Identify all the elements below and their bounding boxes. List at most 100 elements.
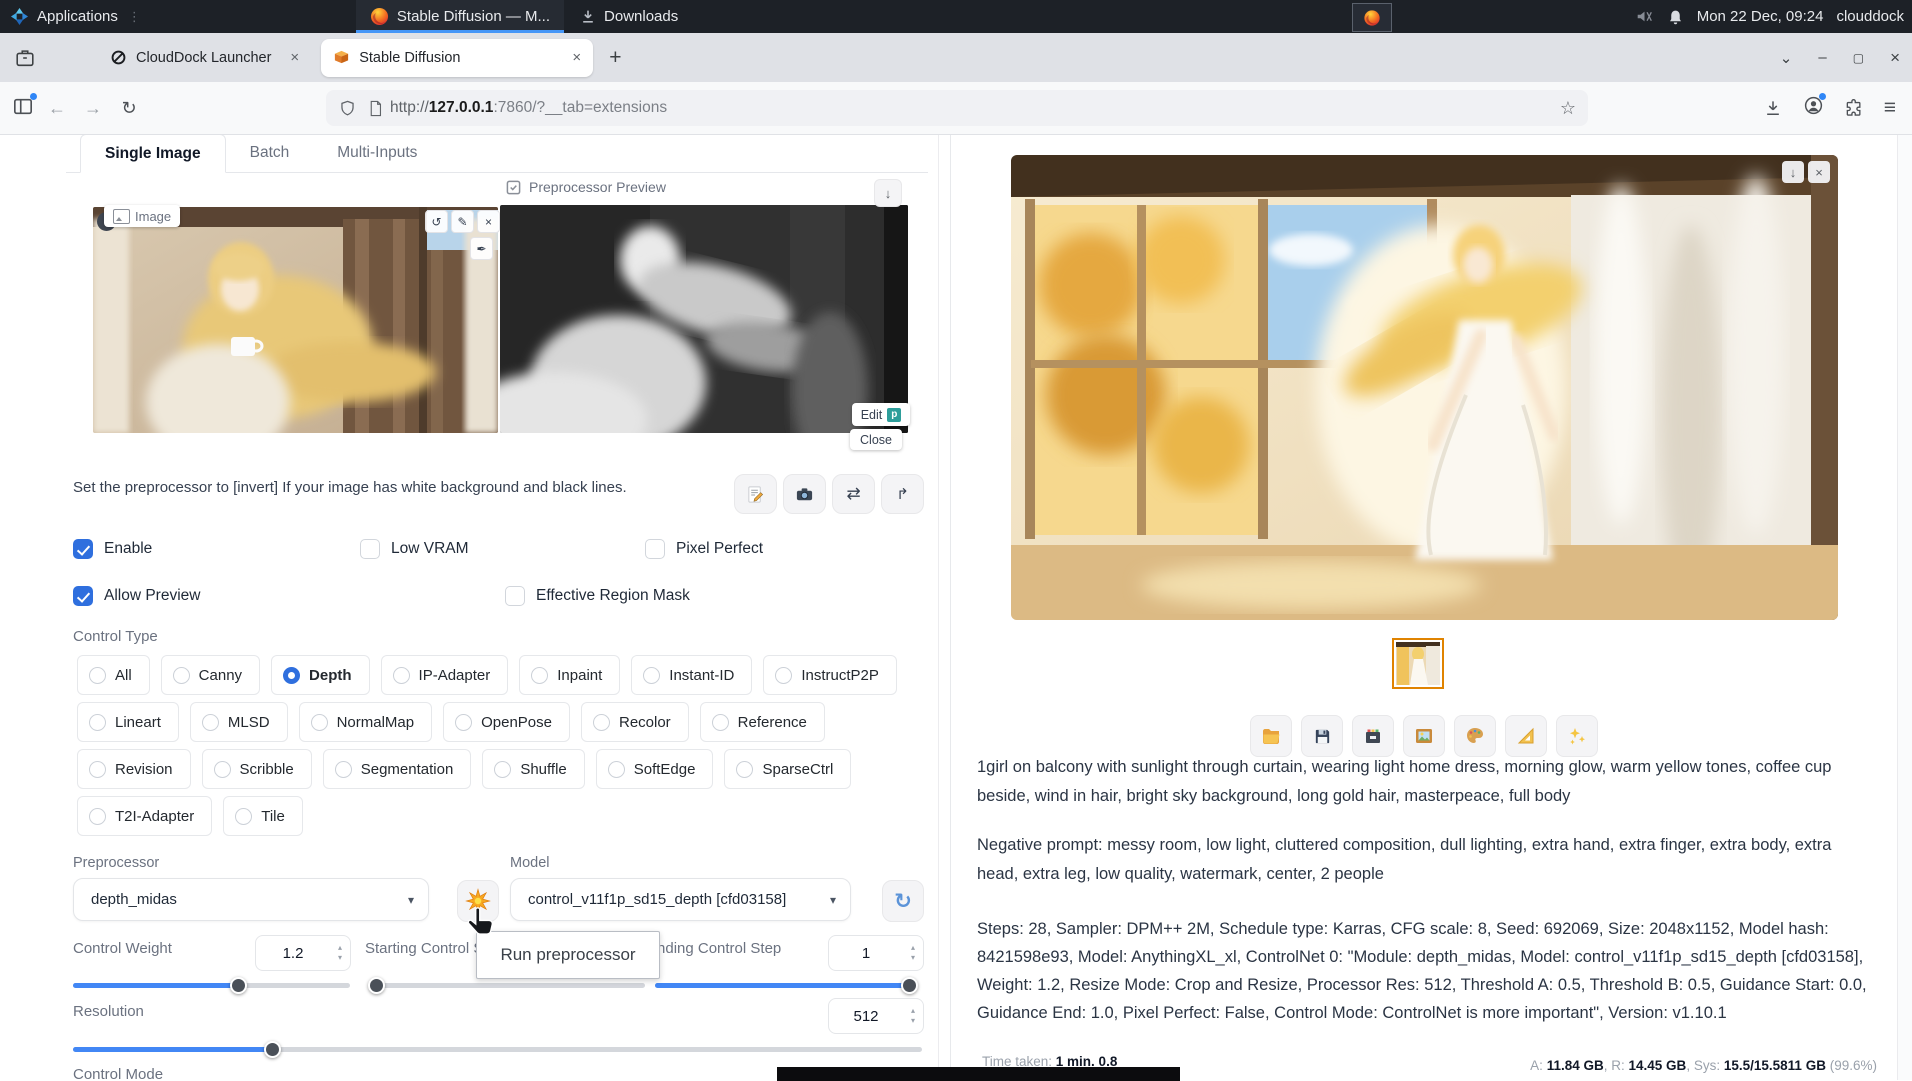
tab-close-icon[interactable]: × <box>290 49 299 66</box>
control-weight-slider[interactable] <box>73 977 350 994</box>
notifications-bell-icon[interactable] <box>1667 8 1684 26</box>
resolution-slider[interactable] <box>73 1041 922 1058</box>
edit-note-button[interactable] <box>734 474 777 514</box>
slider-thumb[interactable] <box>230 977 247 994</box>
shield-permissions-icon[interactable] <box>338 99 357 118</box>
window-minimize-button[interactable]: – <box>1818 49 1826 66</box>
control-type-depth[interactable]: Depth <box>271 655 370 695</box>
stepper-icons[interactable]: ▴▾ <box>330 936 350 970</box>
sketch-icon[interactable]: ✎ <box>451 210 474 233</box>
send-to-inpaint-button[interactable] <box>1454 715 1496 757</box>
control-type-softedge[interactable]: SoftEdge <box>596 749 714 789</box>
model-dropdown[interactable]: control_v11f1p_sd15_depth [cfd03158] ▾ <box>510 878 851 921</box>
save-zip-button[interactable] <box>1352 715 1394 757</box>
slider-thumb[interactable] <box>264 1041 281 1058</box>
tab-multi-inputs[interactable]: Multi-Inputs <box>313 134 441 172</box>
send-to-img2img-button[interactable] <box>1403 715 1445 757</box>
control-type-canny[interactable]: Canny <box>161 655 260 695</box>
tab-stable-diffusion[interactable]: Stable Diffusion × <box>321 39 593 77</box>
control-type-all[interactable]: All <box>77 655 150 695</box>
window-close-button[interactable]: × <box>1890 48 1900 68</box>
download-preview-button[interactable]: ↓ <box>874 179 902 207</box>
back-button[interactable]: ← <box>44 98 70 119</box>
control-type-inpaint[interactable]: Inpaint <box>519 655 620 695</box>
stepper-icons[interactable]: ▴▾ <box>903 936 923 970</box>
control-type-ip-adapter[interactable]: IP-Adapter <box>381 655 509 695</box>
preprocessor-preview-image[interactable] <box>500 205 908 433</box>
input-image[interactable] <box>93 207 498 433</box>
ending-control-step-input[interactable]: 1 ▴▾ <box>828 935 924 971</box>
extensions-puzzle-icon[interactable] <box>1844 98 1864 118</box>
starting-control-step-slider[interactable] <box>368 977 645 994</box>
page-info-icon[interactable] <box>367 99 384 118</box>
webcam-button[interactable] <box>783 474 826 514</box>
refresh-models-button[interactable]: ↻ <box>882 880 924 922</box>
close-result-button[interactable]: × <box>1808 161 1830 183</box>
send-dimensions-button[interactable]: ↱ <box>881 474 924 514</box>
preprocessor-dropdown[interactable]: depth_midas ▾ <box>73 878 429 921</box>
menu-hamburger-icon[interactable]: ≡ <box>1884 96 1896 120</box>
control-type-instant-id[interactable]: Instant-ID <box>631 655 752 695</box>
effective-region-mask-checkbox[interactable]: Effective Region Mask <box>505 586 690 606</box>
enable-checkbox[interactable]: Enable <box>73 539 152 559</box>
download-icon: ↓ <box>1790 165 1797 180</box>
control-type-segmentation[interactable]: Segmentation <box>323 749 472 789</box>
sidebar-toggle-icon[interactable] <box>12 96 34 121</box>
download-result-button[interactable]: ↓ <box>1782 161 1804 183</box>
control-type-lineart[interactable]: Lineart <box>77 702 179 742</box>
control-weight-input[interactable]: 1.2 ▴▾ <box>255 935 351 971</box>
control-type-revision[interactable]: Revision <box>77 749 191 789</box>
control-type-shuffle[interactable]: Shuffle <box>482 749 584 789</box>
tab-single-image[interactable]: Single Image <box>80 134 226 173</box>
generated-image[interactable] <box>1011 155 1838 620</box>
audio-muted-icon[interactable] <box>1635 8 1654 25</box>
close-preview-button[interactable]: Close <box>850 429 902 450</box>
control-type-normalmap[interactable]: NormalMap <box>299 702 433 742</box>
swap-images-button[interactable]: ⇄ <box>832 474 875 514</box>
edit-preview-button[interactable]: Edit p <box>852 403 910 426</box>
allow-preview-checkbox[interactable]: Allow Preview <box>73 586 200 606</box>
control-type-reference[interactable]: Reference <box>700 702 825 742</box>
ending-control-step-slider[interactable] <box>655 977 918 994</box>
control-type-instructp2p[interactable]: InstructP2P <box>763 655 897 695</box>
tab-clouddock-launcher[interactable]: CloudDock Launcher × <box>98 39 311 77</box>
taskbar-window-firefox[interactable]: Stable Diffusion — M... <box>356 0 564 33</box>
scrollbar[interactable] <box>1897 134 1912 1080</box>
send-to-extras-button[interactable] <box>1505 715 1547 757</box>
stepper-icons[interactable]: ▴▾ <box>903 999 923 1033</box>
resolution-input[interactable]: 512 ▴▾ <box>828 998 924 1034</box>
clear-image-icon[interactable]: × <box>477 210 500 233</box>
tab-list-drawer-icon[interactable] <box>14 47 36 69</box>
control-type-t2i-adapter[interactable]: T2I-Adapter <box>77 796 212 836</box>
control-type-recolor[interactable]: Recolor <box>581 702 689 742</box>
slider-thumb[interactable] <box>901 977 918 994</box>
reload-button[interactable]: ↻ <box>116 98 142 119</box>
downloads-toolbar-icon[interactable] <box>1763 98 1783 118</box>
control-type-scribble[interactable]: Scribble <box>202 749 312 789</box>
slider-thumb[interactable] <box>368 977 385 994</box>
open-folder-button[interactable] <box>1250 715 1292 757</box>
tab-overflow-chevron-icon[interactable]: ⌄ <box>1780 49 1793 67</box>
tab-batch[interactable]: Batch <box>226 134 314 172</box>
taskbar-downloads[interactable]: Downloads <box>570 0 688 33</box>
new-tab-button[interactable]: + <box>609 46 621 70</box>
control-type-sparsectrl[interactable]: SparseCtrl <box>724 749 851 789</box>
control-type-tile[interactable]: Tile <box>223 796 303 836</box>
upscale-button[interactable] <box>1556 715 1598 757</box>
brush-icon[interactable]: ✒ <box>470 237 493 260</box>
save-image-button[interactable] <box>1301 715 1343 757</box>
undo-icon[interactable]: ↺ <box>425 210 448 233</box>
applications-menu[interactable]: Applications ⋮ <box>0 0 151 33</box>
control-type-openpose[interactable]: OpenPose <box>443 702 570 742</box>
tab-close-icon[interactable]: × <box>572 49 581 66</box>
bookmark-star-icon[interactable]: ☆ <box>1560 98 1576 119</box>
tray-firefox-chip[interactable] <box>1352 3 1392 32</box>
low-vram-checkbox[interactable]: Low VRAM <box>360 539 469 559</box>
window-maximize-button[interactable]: ▢ <box>1853 51 1864 65</box>
result-thumbnail[interactable] <box>1392 638 1444 689</box>
control-type-mlsd[interactable]: MLSD <box>190 702 288 742</box>
forward-button[interactable]: → <box>80 98 106 119</box>
account-icon[interactable] <box>1803 95 1824 121</box>
pixel-perfect-checkbox[interactable]: Pixel Perfect <box>645 539 763 559</box>
url-bar[interactable]: http://127.0.0.1:7860/?__tab=extensions … <box>326 90 1588 126</box>
